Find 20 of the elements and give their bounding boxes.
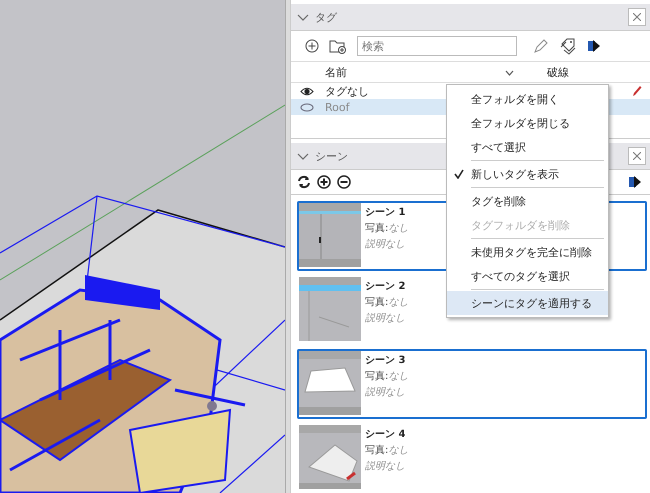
scene-description: 説明なし <box>365 238 406 251</box>
scene-description: 説明なし <box>365 460 406 473</box>
panel-title: タグ <box>315 10 337 24</box>
photo-value: なし <box>388 297 408 308</box>
scene-name: シーン 2 <box>365 280 406 293</box>
scene-name: シーン 3 <box>365 354 406 367</box>
photo-label: 写真: <box>365 223 388 234</box>
tag-name: Roof <box>325 100 350 114</box>
scene-description: 説明なし <box>365 386 406 399</box>
photo-label: 写真: <box>365 371 388 382</box>
panel-title: シーン <box>315 148 348 164</box>
photo-value: なし <box>388 371 408 382</box>
photo-value: なし <box>388 223 408 234</box>
photo-label: 写真: <box>365 445 388 456</box>
scene-name: シーン 1 <box>365 206 406 219</box>
photo-label: 写真: <box>365 297 388 308</box>
scene-name: シーン 4 <box>365 428 406 441</box>
scene-description: 説明なし <box>365 312 406 325</box>
photo-value: なし <box>388 445 408 456</box>
tag-name: タグなし <box>325 84 369 98</box>
